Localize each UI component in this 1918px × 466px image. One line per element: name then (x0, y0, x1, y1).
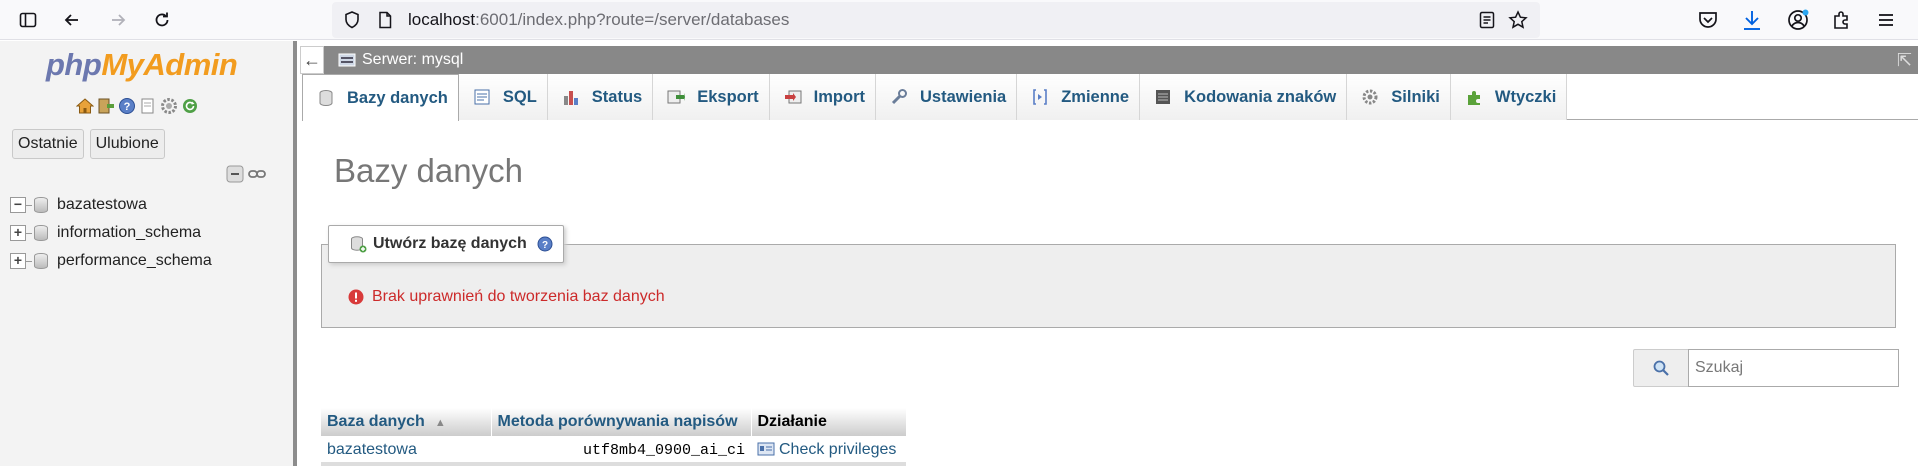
server-breadcrumb-bar: ← Serwer: mysql ⇱ (300, 46, 1918, 74)
help-icon[interactable]: ? (118, 97, 136, 115)
databases-table: Baza danych ▲ Metoda porównywania napisów… (321, 408, 907, 464)
tab-databases[interactable]: Bazy danych (302, 74, 459, 121)
tree-item-label[interactable]: bazatestowa (57, 196, 147, 214)
tree-controls (226, 165, 266, 188)
nav-tabs: Ostatnie Ulubione (12, 129, 165, 159)
home-icon[interactable] (75, 97, 95, 115)
tab-charsets[interactable]: Kodowania znaków (1140, 74, 1348, 120)
tracking-shield-icon[interactable] (342, 10, 362, 30)
collation-cell: utf8mb4_0900_ai_ci (491, 436, 751, 464)
tab-variables[interactable]: Zmienne (1017, 74, 1141, 120)
address-bar[interactable]: localhost:6001/index.php?route=/server/d… (332, 2, 1540, 38)
page-title: Bazy danych (334, 152, 523, 189)
table-row: bazatestowa utf8mb4_0900_ai_ci Check pri… (321, 436, 906, 464)
create-database-label: Utwórz bazę danych (373, 235, 527, 252)
settings-wrench-icon (890, 88, 908, 106)
sidebar-toggle-icon[interactable] (14, 6, 42, 34)
tab-plugins[interactable]: Wtyczki (1450, 74, 1568, 120)
logout-icon[interactable] (97, 97, 115, 115)
svg-text:?: ? (124, 101, 131, 113)
collapse-all-icon[interactable] (226, 165, 244, 188)
tree-item-performance-schema[interactable]: + performance_schema (10, 247, 212, 275)
reader-view-icon[interactable] (1478, 11, 1496, 29)
charset-icon (1154, 88, 1172, 106)
forward-icon[interactable] (104, 6, 132, 34)
error-message: Brak uprawnień do tworzenia baz danych (348, 288, 665, 306)
reload-nav-icon[interactable] (181, 97, 199, 115)
extensions-icon[interactable] (1830, 8, 1854, 32)
database-link[interactable]: bazatestowa (321, 436, 491, 464)
import-icon (784, 88, 802, 106)
expand-node-icon[interactable]: + (10, 225, 26, 241)
tab-import[interactable]: Import (769, 74, 877, 120)
server-label[interactable]: Serwer: mysql (362, 51, 463, 69)
database-tree: − bazatestowa + information_schema + per… (10, 191, 212, 275)
tab-export[interactable]: Eksport (653, 74, 770, 120)
link-with-main-icon[interactable] (248, 165, 266, 188)
error-icon (348, 289, 364, 305)
server-icon (338, 53, 356, 67)
navigation-panel: phpMyAdmin ? Ostatnie Ulubione − bazates… (0, 41, 297, 466)
new-database-icon (351, 236, 367, 253)
tab-settings[interactable]: Ustawienia (876, 74, 1018, 120)
table-header-row: Baza danych ▲ Metoda porównywania napisów… (321, 408, 907, 436)
search-input[interactable] (1688, 349, 1899, 387)
account-icon[interactable] (1786, 8, 1810, 32)
databases-icon (317, 89, 335, 107)
column-header-action: Działanie (751, 408, 907, 436)
variables-icon (1031, 88, 1049, 106)
menu-icon[interactable] (1874, 8, 1898, 32)
engines-icon (1361, 88, 1379, 106)
reload-icon[interactable] (148, 6, 176, 34)
check-privileges-link[interactable]: Check privileges (751, 436, 906, 464)
back-icon[interactable] (58, 6, 86, 34)
column-header-database[interactable]: Baza danych ▲ (321, 408, 492, 436)
database-icon (34, 253, 48, 269)
sql-icon (473, 88, 491, 106)
collapse-node-icon[interactable]: − (10, 197, 26, 213)
url-text[interactable]: localhost:6001/index.php?route=/server/d… (408, 10, 789, 30)
bookmark-star-icon[interactable] (1508, 10, 1528, 30)
phpmyadmin-logo[interactable]: phpMyAdmin (46, 47, 238, 83)
settings-gear-icon[interactable] (160, 97, 178, 115)
error-text: Brak uprawnień do tworzenia baz danych (372, 288, 665, 305)
sort-asc-icon[interactable]: ▲ (435, 417, 446, 429)
server-tabs: Bazy danych SQL Status Eksport Import Us… (302, 74, 1918, 121)
database-icon (34, 225, 48, 241)
recent-button[interactable]: Ostatnie (12, 129, 84, 159)
status-icon (562, 88, 580, 106)
tree-item-label[interactable]: information_schema (57, 224, 201, 242)
browser-toolbar: localhost:6001/index.php?route=/server/d… (0, 0, 1918, 40)
tree-item-bazatestowa[interactable]: − bazatestowa (10, 191, 212, 219)
page-info-icon[interactable] (376, 11, 394, 29)
pocket-icon[interactable] (1696, 8, 1720, 32)
tree-item-information-schema[interactable]: + information_schema (10, 219, 212, 247)
hide-navigation-button[interactable]: ← (300, 46, 324, 74)
favorites-button[interactable]: Ulubione (89, 129, 165, 159)
svg-text:?: ? (542, 240, 548, 251)
tab-sql[interactable]: SQL (458, 74, 548, 120)
database-icon (34, 197, 48, 213)
nav-quick-icons: ? (75, 97, 199, 115)
downloads-icon[interactable] (1740, 8, 1764, 32)
export-icon (667, 88, 686, 106)
expand-node-icon[interactable]: + (10, 253, 26, 269)
search-box (1633, 349, 1899, 387)
table-footer-strip (321, 462, 906, 466)
tab-engines[interactable]: Silniki (1347, 74, 1451, 120)
search-icon (1653, 360, 1669, 376)
plugins-icon (1465, 88, 1483, 106)
tree-item-label[interactable]: performance_schema (57, 252, 212, 270)
column-header-collation[interactable]: Metoda porównywania napisów (491, 408, 752, 436)
help-icon[interactable]: ? (537, 236, 553, 252)
privileges-icon (757, 442, 775, 456)
docs-icon[interactable] (139, 97, 157, 115)
collapse-top-icon[interactable]: ⇱ (1897, 50, 1912, 71)
tab-status[interactable]: Status (547, 74, 654, 120)
create-database-legend: Utwórz bazę danych ? (328, 225, 564, 263)
